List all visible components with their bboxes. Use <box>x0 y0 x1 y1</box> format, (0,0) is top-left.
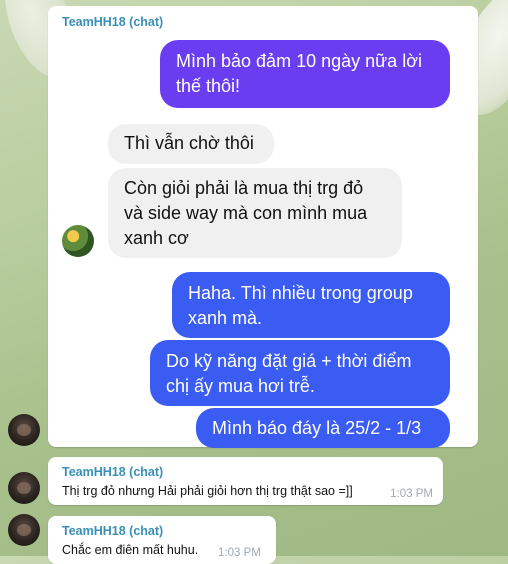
bubble-line: xanh mà. <box>188 308 263 328</box>
message-text: Chắc em điên mất huhu. <box>62 543 199 557</box>
bubble-line: chị ấy mua hơi trễ. <box>166 376 315 396</box>
chat-bubble-received: Thì vẫn chờ thôi <box>108 124 274 164</box>
contact-avatar <box>62 225 94 257</box>
bubble-line: Mình bảo đảm 10 ngày nữa lời <box>176 51 422 71</box>
sender-name[interactable]: TeamHH18 (chat) <box>62 465 163 479</box>
chat-bubble-sent: Haha. Thì nhiều trong group xanh mà. <box>172 272 450 338</box>
sender-name[interactable]: TeamHH18 (chat) <box>62 524 163 538</box>
sender-name[interactable]: TeamHH18 (chat) <box>62 15 163 29</box>
chat-bubble-sent: Mình báo đáy là 25/2 - 1/3 <box>196 408 450 448</box>
text-message[interactable]: TeamHH18 (chat) Chắc em điên mất huhu. 1… <box>48 516 276 564</box>
bubble-line: thế thôi! <box>176 76 241 96</box>
message-time: 1:03 PM <box>390 488 433 500</box>
chat-bubble-sent: Do kỹ năng đặt giá + thời điểm chị ấy mu… <box>150 340 450 406</box>
message-text: Thị trg đỏ nhưng Hải phải giỏi hơn thị t… <box>62 484 353 498</box>
bubble-line: xanh cơ <box>124 228 189 248</box>
chat-bubble-received: Còn giỏi phải là mua thị trg đỏ và side … <box>108 168 402 258</box>
bubble-line: Thì vẫn chờ thôi <box>124 133 254 153</box>
sender-avatar[interactable] <box>8 414 40 446</box>
image-message[interactable]: TeamHH18 (chat) Mình bảo đảm 10 ngày nữa… <box>48 6 478 448</box>
bubble-line: Còn giỏi phải là mua thị trg đỏ <box>124 178 364 198</box>
text-message[interactable]: TeamHH18 (chat) Thị trg đỏ nhưng Hải phả… <box>48 457 443 505</box>
bubble-line: Do kỹ năng đặt giá + thời điểm <box>166 351 412 371</box>
message-time: 1:03 PM <box>218 547 261 559</box>
chat-bubble-sent: Mình bảo đảm 10 ngày nữa lời thế thôi! <box>160 40 450 108</box>
bubble-line: Mình báo đáy là 25/2 - 1/3 <box>212 418 422 438</box>
sender-avatar[interactable] <box>8 514 40 546</box>
sender-avatar[interactable] <box>8 472 40 504</box>
bubble-line: Haha. Thì nhiều trong group <box>188 283 413 303</box>
bubble-line: và side way mà con mình mua <box>124 203 368 223</box>
